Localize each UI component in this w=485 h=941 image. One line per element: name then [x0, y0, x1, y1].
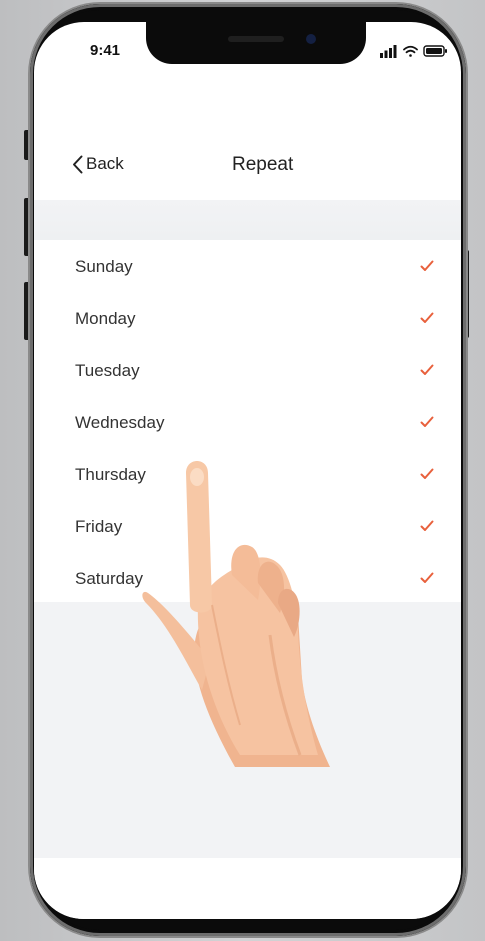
- day-row-wednesday[interactable]: Wednesday: [34, 396, 461, 448]
- checkmark-icon: [420, 260, 434, 271]
- checkmark-icon: [420, 520, 434, 531]
- wifi-icon: [403, 45, 418, 57]
- day-label: Sunday: [75, 257, 133, 276]
- stage: 9:41 Back Repeat Sunday Monday Tuesday W…: [0, 0, 485, 941]
- checkmark-icon: [420, 468, 434, 479]
- day-row-sunday[interactable]: Sunday: [34, 240, 461, 292]
- navigation-bar: Back Repeat: [34, 140, 461, 192]
- back-button[interactable]: Back: [72, 154, 124, 174]
- battery-icon: [423, 45, 447, 57]
- day-row-tuesday[interactable]: Tuesday: [34, 344, 461, 396]
- home-indicator-area: [34, 858, 461, 919]
- empty-content-area: [34, 602, 461, 858]
- signal-icon: [380, 45, 397, 58]
- checkmark-icon: [420, 572, 434, 583]
- checkmark-icon: [420, 416, 434, 427]
- checkmark-icon: [420, 364, 434, 375]
- day-row-monday[interactable]: Monday: [34, 292, 461, 344]
- day-row-thursday[interactable]: Thursday: [34, 448, 461, 500]
- day-list: Sunday Monday Tuesday Wednesday Thursday…: [34, 240, 461, 602]
- page-title: Repeat: [232, 154, 294, 175]
- day-row-saturday[interactable]: Saturday: [34, 552, 461, 604]
- status-icons: [380, 44, 450, 58]
- day-row-friday[interactable]: Friday: [34, 500, 461, 552]
- speaker-grille: [228, 36, 284, 42]
- notch: [146, 22, 366, 64]
- day-label: Tuesday: [75, 361, 140, 380]
- phone-screen: 9:41 Back Repeat Sunday Monday Tuesday W…: [34, 22, 461, 919]
- chevron-left-icon: [73, 155, 83, 173]
- day-label: Friday: [75, 517, 123, 536]
- status-time: 9:41: [90, 42, 121, 59]
- checkmark-icon: [420, 312, 434, 323]
- day-label: Wednesday: [75, 413, 165, 432]
- back-label: Back: [86, 154, 124, 173]
- day-label: Thursday: [75, 465, 146, 484]
- day-label: Monday: [75, 309, 136, 328]
- front-camera: [306, 34, 316, 44]
- day-label: Saturday: [75, 569, 144, 588]
- section-gap: [34, 200, 461, 240]
